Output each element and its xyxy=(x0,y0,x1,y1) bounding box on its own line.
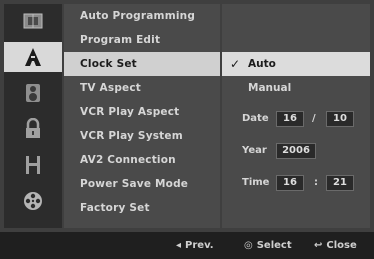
menu-item-factory-set[interactable]: Factory Set xyxy=(64,196,220,220)
menu-item-av2-connection[interactable]: AV2 Connection xyxy=(64,148,220,172)
year-label: Year xyxy=(242,145,267,156)
speaker-icon xyxy=(26,84,40,102)
menu-item-program-edit[interactable]: Program Edit xyxy=(64,28,220,52)
menu-item-vcr-play-aspect[interactable]: VCR Play Aspect xyxy=(64,100,220,124)
option-manual[interactable]: Manual xyxy=(222,76,370,100)
menu-item-auto-programming[interactable]: Auto Programming xyxy=(64,4,220,28)
enter-icon: ◎ xyxy=(244,240,253,251)
prev-label: Prev. xyxy=(185,240,214,251)
menu-item-tv-aspect[interactable]: TV Aspect xyxy=(64,76,220,100)
option-auto[interactable]: ✓ Auto xyxy=(222,52,370,76)
setup-screen: Auto Programming Program Edit Clock Set … xyxy=(0,0,374,259)
time-hour-field[interactable]: 16 xyxy=(276,175,304,191)
year-row: Year 2006 xyxy=(222,140,370,162)
navigation-bar: ◂ Prev. ◎ Select ↩ Close xyxy=(0,232,374,259)
menu-item-clock-set[interactable]: Clock Set xyxy=(64,52,220,76)
date-row: Date 16 / 10 xyxy=(222,108,370,130)
reel-icon xyxy=(24,192,42,210)
close-label: Close xyxy=(326,240,357,251)
menu-item-power-save-mode[interactable]: Power Save Mode xyxy=(64,172,220,196)
select-button[interactable]: ◎ Select xyxy=(244,232,292,259)
setup-menu: Auto Programming Program Edit Clock Set … xyxy=(64,4,220,228)
lock-icon xyxy=(26,118,40,138)
option-manual-label: Manual xyxy=(248,82,292,94)
prev-button[interactable]: ◂ Prev. xyxy=(176,232,214,259)
date-month-field[interactable]: 16 xyxy=(276,111,304,127)
time-minute-field[interactable]: 21 xyxy=(326,175,354,191)
option-auto-label: Auto xyxy=(248,58,276,70)
clock-set-panel: ✓ Auto Manual Date 16 / 10 Year 2006 Tim… xyxy=(222,4,370,228)
category-others[interactable] xyxy=(4,186,62,216)
setup-a-icon xyxy=(25,48,41,66)
close-button[interactable]: ↩ Close xyxy=(314,232,357,259)
category-setup[interactable] xyxy=(4,42,62,72)
return-icon: ↩ xyxy=(314,240,323,251)
category-lock[interactable] xyxy=(4,114,62,144)
time-row: Time 16 : 21 xyxy=(222,172,370,194)
select-label: Select xyxy=(256,240,292,251)
time-separator: : xyxy=(314,177,318,188)
date-day-field[interactable]: 10 xyxy=(326,111,354,127)
category-icon-column xyxy=(4,4,62,228)
category-disc[interactable] xyxy=(4,6,62,36)
category-recording[interactable] xyxy=(4,150,62,180)
film-icon xyxy=(26,156,40,174)
check-icon: ✓ xyxy=(230,57,241,71)
menu-item-vcr-play-system[interactable]: VCR Play System xyxy=(64,124,220,148)
time-label: Time xyxy=(242,177,270,188)
category-audio[interactable] xyxy=(4,78,62,108)
left-arrow-icon: ◂ xyxy=(176,240,182,251)
disc-menu-icon xyxy=(23,13,43,29)
date-separator: / xyxy=(312,113,316,124)
date-label: Date xyxy=(242,113,269,124)
year-field[interactable]: 2006 xyxy=(276,143,316,159)
